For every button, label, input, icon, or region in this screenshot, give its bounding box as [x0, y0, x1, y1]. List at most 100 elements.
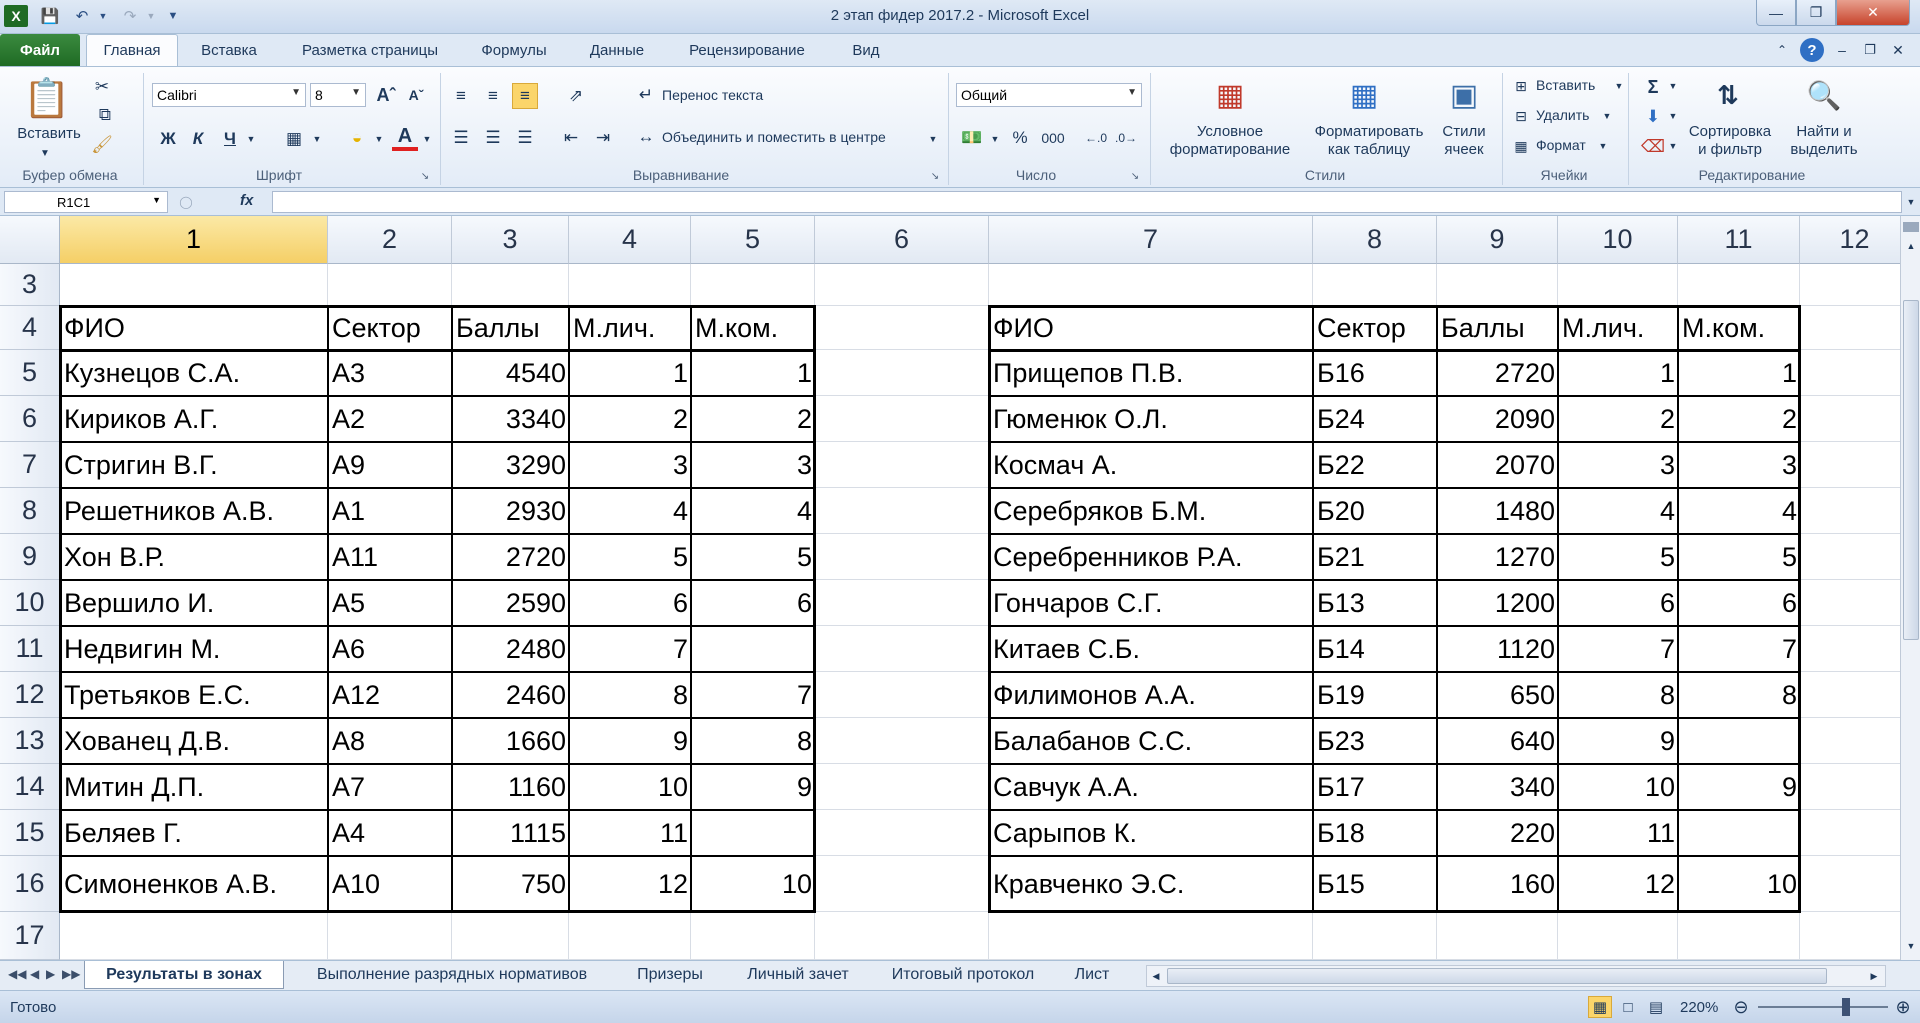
column-header[interactable]: 3 — [452, 216, 569, 264]
sort-filter-button[interactable]: Сортировка и фильтр — [1684, 123, 1776, 159]
orientation-icon[interactable]: ⇗ — [558, 83, 594, 109]
percent-button[interactable]: % — [1008, 125, 1032, 151]
italic-button[interactable]: К — [186, 127, 210, 151]
borders-icon[interactable]: ▦ — [282, 127, 306, 151]
row-header[interactable]: 14 — [0, 764, 60, 810]
column-header[interactable]: 11 — [1678, 216, 1800, 264]
autosum-dropdown-icon[interactable]: ▼ — [1666, 77, 1680, 95]
delete-cells-icon[interactable]: ⊟ — [1510, 105, 1532, 127]
row-header[interactable]: 10 — [0, 580, 60, 626]
fill-dropdown-icon[interactable]: ▼ — [1666, 107, 1680, 125]
align-middle-icon[interactable]: ≡ — [480, 83, 506, 109]
sort-filter-icon[interactable]: ⇅ — [1706, 73, 1750, 117]
minimize-ribbon-icon[interactable]: ⌃ — [1772, 40, 1792, 60]
format-dropdown-icon[interactable]: ▼ — [1596, 137, 1610, 155]
column-header[interactable]: 7 — [989, 216, 1313, 264]
row-header[interactable]: 11 — [0, 626, 60, 672]
column-header[interactable]: 2 — [328, 216, 452, 264]
workbook-close-icon[interactable]: ✕ — [1888, 40, 1908, 60]
zoom-slider-thumb[interactable] — [1842, 998, 1850, 1016]
wrap-text-button[interactable]: Перенос текста — [662, 87, 763, 103]
tab-file[interactable]: Файл — [0, 34, 80, 66]
alignment-dialog-launcher-icon[interactable]: ↘ — [928, 169, 942, 183]
restore-icon[interactable]: ❐ — [1796, 0, 1836, 26]
align-left-icon[interactable]: ☰ — [448, 125, 474, 151]
increase-decimal-icon[interactable]: ←.0 — [1082, 125, 1110, 151]
align-center-icon[interactable]: ☰ — [480, 125, 506, 151]
row-header[interactable]: 12 — [0, 672, 60, 718]
merge-dropdown-icon[interactable]: ▼ — [926, 129, 940, 149]
tab-page-layout[interactable]: Разметка страницы — [284, 34, 456, 66]
thousands-separator-button[interactable]: 000 — [1036, 125, 1070, 151]
prev-sheet-icon[interactable]: ◀ — [30, 967, 39, 981]
workbook-minimize-icon[interactable]: – — [1832, 40, 1852, 60]
number-format-combo[interactable]: Общий ▼ — [956, 83, 1142, 107]
zoom-level[interactable]: 220% — [1680, 999, 1718, 1016]
fill-color-dropdown-icon[interactable]: ▼ — [372, 129, 386, 149]
row-header[interactable]: 17 — [0, 912, 60, 960]
decrease-decimal-icon[interactable]: .0→ — [1112, 125, 1140, 151]
sheet-tab-results-zones[interactable]: Результаты в зонах — [84, 961, 284, 989]
shrink-font-icon[interactable]: Aˇ — [404, 83, 428, 107]
workbook-restore-icon[interactable]: ❐ — [1860, 40, 1880, 60]
cut-icon[interactable]: ✂ — [90, 75, 114, 99]
wrap-text-icon[interactable]: ↵ — [634, 83, 658, 107]
underline-button[interactable]: Ч — [218, 127, 242, 151]
scroll-right-icon[interactable]: ▶ — [1867, 968, 1881, 984]
align-bottom-icon[interactable]: ≡ — [512, 83, 538, 109]
paste-icon[interactable]: 📋 — [22, 73, 72, 125]
cell-styles-icon[interactable]: ▣ — [1442, 73, 1486, 117]
grow-font-icon[interactable]: Aˆ — [374, 83, 398, 107]
column-header[interactable]: 4 — [569, 216, 691, 264]
find-select-button[interactable]: Найти и выделить — [1778, 123, 1870, 159]
sheet-tab-winners[interactable]: Призеры — [620, 961, 720, 989]
vertical-scrollbar[interactable]: ▲ ▼ — [1900, 216, 1920, 960]
column-header[interactable]: 9 — [1437, 216, 1558, 264]
next-sheet-icon[interactable]: ▶ — [46, 967, 55, 981]
delete-dropdown-icon[interactable]: ▼ — [1600, 107, 1614, 125]
fill-icon[interactable]: ⬇ — [1640, 105, 1666, 129]
tab-view[interactable]: Вид — [832, 34, 900, 66]
borders-dropdown-icon[interactable]: ▼ — [310, 129, 324, 149]
format-as-table-button[interactable]: Форматировать как таблицу — [1308, 123, 1430, 159]
number-dialog-launcher-icon[interactable]: ↘ — [1128, 169, 1142, 183]
minimize-icon[interactable]: — — [1756, 0, 1796, 26]
sheet-tab-final-protocol[interactable]: Итоговый протокол — [876, 961, 1050, 989]
delete-cells-button[interactable]: Удалить — [1536, 107, 1589, 123]
scroll-down-icon[interactable]: ▼ — [1903, 938, 1919, 954]
font-dialog-launcher-icon[interactable]: ↘ — [418, 169, 432, 183]
sheet-tab-personal[interactable]: Личный зачет — [728, 961, 868, 989]
scroll-up-icon[interactable]: ▲ — [1903, 238, 1919, 254]
format-cells-button[interactable]: Формат — [1536, 137, 1586, 153]
merge-center-button[interactable]: Объединить и поместить в центре — [662, 129, 886, 145]
tab-review[interactable]: Рецензирование — [672, 34, 822, 66]
column-header[interactable]: 8 — [1313, 216, 1437, 264]
bold-button[interactable]: Ж — [156, 127, 180, 151]
row-header[interactable]: 5 — [0, 350, 60, 396]
sheet-tab-rank-norms[interactable]: Выполнение разрядных нормативов — [292, 961, 612, 989]
insert-dropdown-icon[interactable]: ▼ — [1612, 77, 1626, 95]
paste-dropdown-icon[interactable]: ▼ — [30, 145, 60, 161]
insert-cells-icon[interactable]: ⊞ — [1510, 75, 1532, 97]
font-color-dropdown-icon[interactable]: ▼ — [420, 129, 434, 149]
currency-dropdown-icon[interactable]: ▼ — [988, 129, 1002, 149]
font-name-combo[interactable]: Calibri ▼ — [152, 83, 306, 107]
autosum-icon[interactable]: Σ — [1640, 75, 1666, 99]
sheet-tab-list[interactable]: Лист — [1056, 961, 1128, 989]
clear-icon[interactable]: ⌫ — [1640, 135, 1666, 159]
column-header[interactable]: 1 — [60, 216, 328, 264]
column-header[interactable]: 6 — [815, 216, 989, 264]
select-all-corner[interactable] — [0, 216, 60, 264]
page-break-view-icon[interactable]: ▤ — [1644, 996, 1668, 1018]
cancel-edit-icon[interactable]: ◯ — [176, 192, 196, 212]
row-header[interactable]: 4 — [0, 306, 60, 350]
column-header[interactable]: 12 — [1800, 216, 1900, 264]
underline-dropdown-icon[interactable]: ▼ — [244, 129, 258, 149]
insert-cells-button[interactable]: Вставить — [1536, 77, 1595, 93]
column-header[interactable]: 10 — [1558, 216, 1678, 264]
format-cells-icon[interactable]: ▦ — [1510, 135, 1532, 157]
row-header[interactable]: 15 — [0, 810, 60, 856]
scroll-left-icon[interactable]: ◀ — [1149, 968, 1163, 984]
conditional-formatting-button[interactable]: Условное форматирование — [1156, 123, 1304, 159]
help-icon[interactable]: ? — [1800, 38, 1824, 62]
